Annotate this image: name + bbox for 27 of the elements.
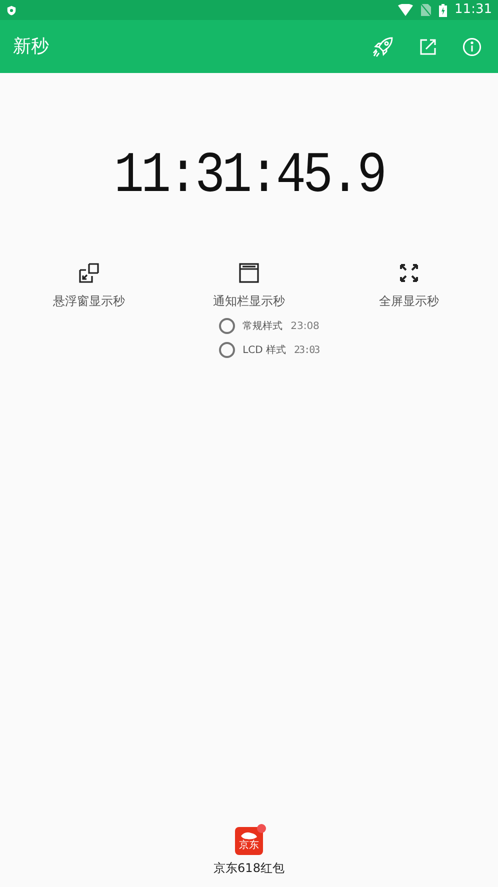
promo-label[interactable]: 京东618红包 [214, 859, 284, 877]
status-time: 11:31 [454, 1, 492, 20]
style-label[interactable]: 常规样式 [242, 318, 283, 334]
fullscreen-icon [398, 262, 420, 284]
radio-button[interactable] [218, 342, 235, 358]
shield-icon [6, 4, 17, 16]
no-sim-icon [420, 4, 431, 16]
app-icon[interactable]: 京东 [235, 827, 263, 855]
mode-label[interactable]: 全屏显示秒 [379, 292, 439, 310]
icon-text: 京东 [239, 841, 259, 851]
wifi-icon [398, 4, 413, 16]
mode-label[interactable]: 通知栏显示秒 [213, 292, 285, 310]
float-window-icon [78, 262, 100, 284]
app-title: 新秒 [13, 35, 50, 59]
style-label[interactable]: LCD 样式 [242, 342, 286, 358]
clock-display: 11:31:45.9 [114, 142, 384, 212]
radio-button[interactable] [218, 318, 235, 334]
fish-icon [240, 831, 258, 841]
info-icon[interactable] [462, 36, 482, 56]
mode-label[interactable]: 悬浮窗显示秒 [53, 292, 125, 310]
time-sample: 23:08 [290, 320, 320, 334]
window-icon [238, 262, 260, 284]
time-sample: 23:03 [294, 344, 320, 358]
battery-icon [438, 4, 447, 16]
share-icon[interactable] [418, 36, 438, 56]
notification-dot [257, 824, 266, 833]
rocket-icon[interactable] [372, 36, 394, 58]
